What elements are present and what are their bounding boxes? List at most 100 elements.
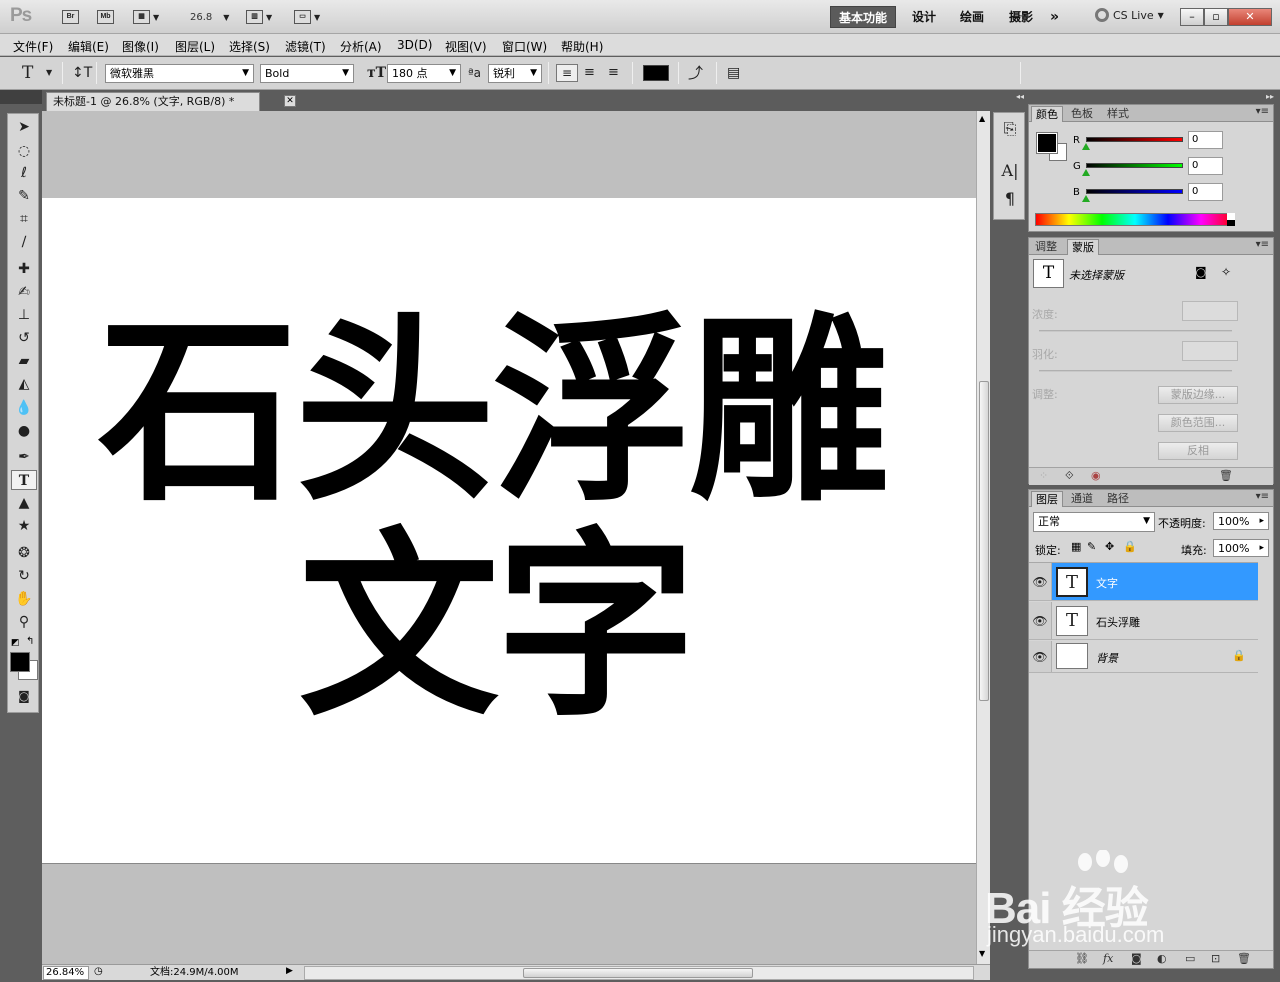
- add-pixel-mask-icon[interactable]: ◙: [1195, 265, 1207, 279]
- align-center-icon[interactable]: ≡: [584, 65, 595, 81]
- tab-paths[interactable]: 路径: [1103, 491, 1133, 507]
- delete-layer-icon[interactable]: 🗑: [1237, 952, 1251, 965]
- font-family-select[interactable]: 微软雅黑 ▼: [105, 64, 254, 83]
- chevron-down-icon[interactable]: ▼: [46, 65, 52, 81]
- character-panel-icon[interactable]: A|: [994, 159, 1026, 183]
- antialias-select[interactable]: 锐利 ▼: [488, 64, 542, 83]
- menu-layer[interactable]: 图层(L): [175, 38, 215, 55]
- tab-adjustments[interactable]: 调整: [1031, 239, 1061, 255]
- quick-selection-tool-icon[interactable]: ✎: [11, 186, 37, 206]
- shape-tool-icon[interactable]: ★: [11, 516, 37, 536]
- cs-live-menu[interactable]: CS Live ▼: [1095, 8, 1164, 22]
- pen-tool-icon[interactable]: ✒: [11, 447, 37, 467]
- crop-tool-icon[interactable]: ⌗: [11, 209, 37, 229]
- menu-analysis[interactable]: 分析(A): [340, 38, 382, 55]
- foreground-color-swatch[interactable]: [10, 652, 30, 672]
- lock-pixels-icon[interactable]: ✎: [1087, 540, 1096, 553]
- document-canvas[interactable]: 石头浮雕 文字: [42, 198, 976, 863]
- view-extras-button[interactable]: ▦ ▼: [133, 8, 159, 26]
- font-size-input[interactable]: 180 点 ▼: [387, 64, 461, 83]
- clone-stamp-tool-icon[interactable]: ⊥: [11, 305, 37, 325]
- hand-tool-icon[interactable]: ✋: [11, 589, 37, 609]
- menu-file[interactable]: 文件(F): [13, 38, 53, 55]
- mask-edge-button[interactable]: 蒙版边缘...: [1158, 386, 1238, 404]
- history-brush-tool-icon[interactable]: ↺: [11, 328, 37, 348]
- menu-help[interactable]: 帮助(H): [561, 38, 603, 55]
- mini-bridge-button[interactable]: Mb: [97, 8, 114, 26]
- lock-all-icon[interactable]: 🔒: [1123, 540, 1137, 553]
- character-panel-icon[interactable]: ▤: [727, 65, 740, 81]
- expand-panels-icon[interactable]: ▸▸: [1266, 92, 1274, 101]
- dodge-tool-icon[interactable]: ●: [11, 421, 37, 441]
- align-left-icon[interactable]: ≡: [556, 64, 578, 82]
- fill-input[interactable]: 100% ▸: [1213, 539, 1269, 557]
- invert-button[interactable]: 反相: [1158, 442, 1238, 460]
- menu-image[interactable]: 图像(I): [122, 38, 159, 55]
- status-expand-icon[interactable]: ▶: [286, 966, 293, 976]
- tab-styles[interactable]: 样式: [1103, 106, 1133, 122]
- layer-row[interactable]: 👁 T 石头浮雕: [1029, 602, 1258, 640]
- path-selection-tool-icon[interactable]: ▲: [11, 493, 37, 513]
- add-vector-mask-icon[interactable]: ✧: [1221, 265, 1231, 279]
- zoom-field[interactable]: 26.84%: [43, 966, 89, 980]
- align-right-icon[interactable]: ≡: [608, 65, 619, 81]
- workspace-essentials[interactable]: 基本功能: [830, 6, 896, 28]
- more-workspaces-button[interactable]: »: [1050, 6, 1059, 28]
- blue-channel-slider[interactable]: [1086, 189, 1183, 194]
- default-colors-icon[interactable]: ◩: [11, 638, 20, 648]
- menu-edit[interactable]: 编辑(E): [68, 38, 109, 55]
- close-document-icon[interactable]: ✕: [284, 95, 296, 107]
- blue-slider-handle[interactable]: [1082, 195, 1090, 202]
- load-selection-icon[interactable]: ⁘: [1039, 469, 1048, 482]
- blue-channel-input[interactable]: 0: [1188, 183, 1223, 201]
- tab-masks[interactable]: 蒙版: [1067, 239, 1099, 255]
- panel-menu-icon[interactable]: ▾≡: [1256, 106, 1269, 117]
- tab-layers[interactable]: 图层: [1031, 491, 1063, 507]
- vertical-scrollbar[interactable]: ▲ ▼: [976, 111, 990, 964]
- density-input[interactable]: [1182, 301, 1238, 321]
- workspace-painting[interactable]: 绘画: [960, 6, 984, 28]
- green-channel-slider[interactable]: [1086, 163, 1183, 168]
- apply-mask-icon[interactable]: ⟐: [1065, 469, 1074, 483]
- document-tab[interactable]: 未标题-1 @ 26.8% (文字, RGB/8) *: [46, 92, 260, 111]
- brush-tool-icon[interactable]: ✍: [11, 282, 37, 302]
- panel-menu-icon[interactable]: ▾≡: [1256, 239, 1269, 250]
- healing-brush-tool-icon[interactable]: ✚: [11, 259, 37, 279]
- tab-color[interactable]: 颜色: [1031, 106, 1063, 122]
- menu-select[interactable]: 选择(S): [229, 38, 270, 55]
- color-spectrum-bar[interactable]: [1035, 213, 1235, 226]
- close-button[interactable]: ✕: [1228, 8, 1272, 26]
- scroll-down-icon[interactable]: ▼: [979, 949, 985, 958]
- tab-swatches[interactable]: 色板: [1067, 106, 1097, 122]
- horizontal-scroll-thumb[interactable]: [523, 968, 753, 978]
- vertical-scroll-thumb[interactable]: [979, 381, 989, 701]
- density-slider[interactable]: [1039, 330, 1232, 332]
- swap-colors-icon[interactable]: ↰: [26, 636, 34, 647]
- scroll-up-icon[interactable]: ▲: [979, 114, 985, 123]
- red-channel-input[interactable]: 0: [1188, 131, 1223, 149]
- delete-mask-icon[interactable]: 🗑: [1219, 469, 1233, 482]
- bridge-button[interactable]: Br: [62, 8, 79, 26]
- text-tool-preset-icon[interactable]: T: [22, 65, 33, 82]
- menu-filter[interactable]: 滤镜(T): [285, 38, 326, 55]
- eraser-tool-icon[interactable]: ▰: [11, 351, 37, 371]
- layer-visibility-eye-icon[interactable]: 👁: [1032, 649, 1048, 665]
- font-style-select[interactable]: Bold ▼: [260, 64, 354, 83]
- lock-position-icon[interactable]: ✥: [1105, 540, 1114, 553]
- new-layer-icon[interactable]: ⊡: [1211, 952, 1220, 965]
- 3d-rotate-tool-icon[interactable]: ❂: [11, 543, 37, 563]
- lock-transparency-icon[interactable]: ▦: [1071, 540, 1081, 553]
- blend-mode-select[interactable]: 正常 ▼: [1033, 512, 1155, 532]
- maximize-button[interactable]: ▫: [1204, 8, 1228, 26]
- adjustment-layer-icon[interactable]: ◐: [1157, 952, 1167, 965]
- arrange-documents-button[interactable]: ▥ ▼: [246, 8, 272, 26]
- quick-mask-icon[interactable]: ◙: [11, 686, 37, 706]
- 3d-orbit-tool-icon[interactable]: ↻: [11, 566, 37, 586]
- minimize-button[interactable]: –: [1180, 8, 1204, 26]
- menu-view[interactable]: 视图(V): [445, 38, 487, 55]
- warp-text-icon[interactable]: ⤴: [688, 65, 703, 81]
- feather-slider[interactable]: [1039, 370, 1232, 372]
- layer-row[interactable]: 👁 T 文字: [1029, 563, 1258, 601]
- text-orientation-icon[interactable]: ↕T: [72, 65, 92, 81]
- red-channel-slider[interactable]: [1086, 137, 1183, 142]
